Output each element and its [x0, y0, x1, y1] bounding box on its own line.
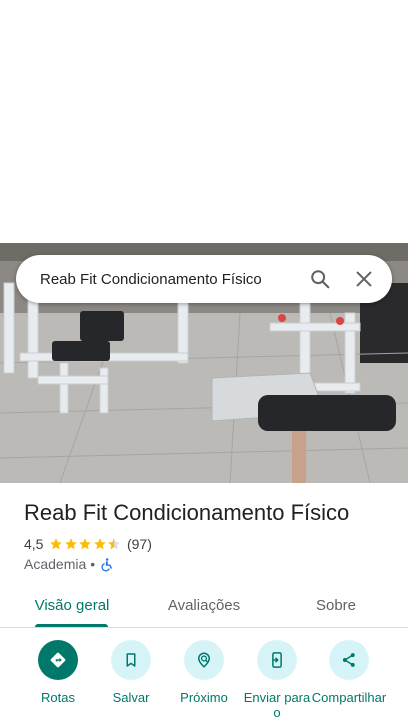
active-tab-indicator — [35, 624, 108, 627]
send-to-phone-button[interactable]: Enviar para o — [239, 640, 315, 720]
directions-label: Rotas — [41, 690, 75, 705]
search-icon[interactable] — [298, 257, 342, 301]
directions-icon[interactable] — [38, 640, 78, 680]
tab-about[interactable]: Sobre — [300, 583, 372, 627]
nearby-button[interactable]: Próximo — [166, 640, 242, 705]
nearby-label: Próximo — [180, 690, 228, 705]
star-full-icon — [65, 538, 77, 550]
place-category: Academia — [24, 556, 87, 572]
directions-button[interactable]: Rotas — [20, 640, 96, 705]
nearby-icon[interactable] — [184, 640, 224, 680]
star-full-icon — [79, 538, 92, 550]
star-full-icon — [50, 538, 63, 550]
review-count: (97) — [126, 536, 152, 552]
share-button[interactable]: Compartilhar — [311, 640, 387, 705]
place-tabs: Visão geral Avaliações Sobre — [0, 583, 408, 628]
send-to-phone-label: Enviar para o — [243, 690, 311, 720]
close-icon[interactable] — [342, 257, 386, 301]
star-full-icon — [94, 538, 106, 550]
blank-map-area — [0, 0, 408, 243]
rating-value: 4,5 — [24, 536, 44, 552]
send-to-phone-icon[interactable] — [257, 640, 297, 680]
place-title: Reab Fit Condicionamento Físico — [24, 500, 350, 525]
rating-row[interactable]: 4,5 (97) — [24, 536, 152, 552]
search-bar[interactable]: Reab Fit Condicionamento Físico — [16, 255, 392, 303]
star-rating — [49, 537, 122, 551]
bookmark-icon[interactable] — [111, 640, 151, 680]
search-input[interactable]: Reab Fit Condicionamento Físico — [40, 271, 298, 288]
tab-reviews[interactable]: Avaliações — [154, 583, 254, 627]
category-row: Academia • — [24, 556, 114, 572]
share-label: Compartilhar — [311, 690, 387, 705]
star-half-icon — [108, 538, 121, 550]
action-buttons: Rotas Salvar Próximo Enviar para o Compa… — [0, 640, 408, 726]
tab-overview[interactable]: Visão geral — [24, 583, 120, 627]
save-label: Salvar — [112, 690, 150, 705]
share-icon[interactable] — [329, 640, 369, 680]
wheelchair-icon[interactable] — [99, 557, 114, 572]
save-button[interactable]: Salvar — [93, 640, 169, 705]
separator: • — [90, 556, 96, 572]
